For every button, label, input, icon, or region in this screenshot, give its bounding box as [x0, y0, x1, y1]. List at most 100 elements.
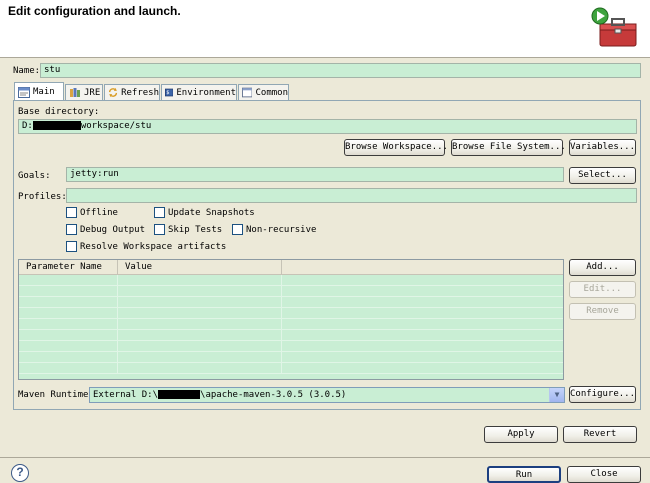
table-cell: [118, 297, 282, 307]
table-row[interactable]: [19, 352, 563, 363]
redacted-block: [32, 121, 81, 130]
toolbox-run-icon: [591, 7, 637, 47]
offline-label: Offline: [80, 207, 118, 218]
environment-icon: $: [165, 88, 174, 97]
run-button[interactable]: Run: [487, 466, 561, 483]
dialog-title: Edit configuration and launch.: [8, 4, 181, 18]
maven-runtime-select[interactable]: External D:\ \apache-maven-3.0.5 (3.0.5) …: [89, 387, 565, 403]
chevron-down-icon[interactable]: ▼: [549, 388, 564, 402]
table-cell: [118, 352, 282, 362]
table-cell: [19, 286, 118, 296]
parameter-table[interactable]: Parameter Name Value: [18, 259, 564, 380]
table-cell: [118, 330, 282, 340]
checkbox-box: [66, 241, 77, 252]
base-directory-label: Base directory:: [18, 107, 100, 117]
table-cell: [19, 308, 118, 318]
separator: [0, 457, 650, 458]
runtime-suffix: \apache-maven-3.0.5 (3.0.5): [200, 390, 347, 400]
checkbox-box: [66, 224, 77, 235]
tab-jre[interactable]: JRE: [65, 84, 103, 100]
offline-checkbox[interactable]: Offline: [66, 207, 118, 218]
tab-main[interactable]: Main: [14, 82, 64, 101]
update-snapshots-checkbox[interactable]: Update Snapshots: [154, 207, 255, 218]
base-directory-field[interactable]: D: workspace/stu: [18, 119, 637, 134]
svg-text:$: $: [166, 90, 169, 96]
debug-output-label: Debug Output: [80, 224, 146, 235]
table-cell: [118, 363, 282, 373]
revert-button[interactable]: Revert: [563, 426, 637, 443]
name-label: Name:: [13, 66, 41, 76]
skip-tests-label: Skip Tests: [168, 224, 223, 235]
close-button[interactable]: Close: [567, 466, 641, 483]
table-row[interactable]: [19, 308, 563, 319]
browse-workspace-button[interactable]: Browse Workspace...: [344, 139, 448, 156]
tab-refresh[interactable]: Refresh: [104, 84, 160, 100]
checkbox-box: [154, 207, 165, 218]
table-cell: [19, 363, 118, 373]
goals-field[interactable]: jetty:run: [66, 167, 564, 182]
tab-environment-label: Environment: [176, 87, 236, 98]
table-cell: [118, 308, 282, 318]
configure-button[interactable]: Configure...: [569, 386, 636, 403]
base-directory-prefix: D:: [22, 121, 33, 131]
column-header-value[interactable]: Value: [118, 260, 282, 274]
table-cell: [118, 341, 282, 351]
common-tab-icon: [242, 87, 253, 98]
remove-parameter-button[interactable]: Remove: [569, 303, 636, 320]
variables-button[interactable]: Variables...: [569, 139, 636, 156]
maven-runtime-label: Maven Runtime:: [18, 390, 94, 400]
checkbox-box: [232, 224, 243, 235]
runtime-prefix: External D:\: [93, 390, 159, 400]
table-row[interactable]: [19, 297, 563, 308]
resolve-workspace-checkbox[interactable]: Resolve Workspace artifacts: [66, 241, 226, 252]
name-field[interactable]: stu: [40, 63, 641, 78]
dialog-header: Edit configuration and launch.: [0, 0, 650, 58]
edit-parameter-button[interactable]: Edit...: [569, 281, 636, 298]
table-cell: [118, 275, 282, 285]
table-cell: [19, 330, 118, 340]
refresh-icon: [109, 87, 118, 98]
help-icon[interactable]: ?: [11, 464, 29, 482]
table-header: Parameter Name Value: [19, 260, 563, 275]
table-body: [19, 275, 563, 374]
table-row[interactable]: [19, 363, 563, 374]
checkbox-box: [66, 207, 77, 218]
table-row[interactable]: [19, 341, 563, 352]
apply-button[interactable]: Apply: [484, 426, 558, 443]
skip-tests-checkbox[interactable]: Skip Tests: [154, 224, 222, 235]
tab-common[interactable]: Common: [238, 84, 289, 100]
table-cell: [19, 352, 118, 362]
update-snapshots-label: Update Snapshots: [168, 207, 255, 218]
non-recursive-checkbox[interactable]: Non-recursive: [232, 224, 316, 235]
tab-main-label: Main: [33, 87, 55, 97]
select-goals-button[interactable]: Select...: [569, 167, 636, 184]
debug-output-checkbox[interactable]: Debug Output: [66, 224, 145, 235]
tab-common-label: Common: [255, 87, 288, 98]
tab-jre-label: JRE: [84, 87, 101, 98]
browse-file-system-button[interactable]: Browse File System...: [451, 139, 566, 156]
tab-refresh-label: Refresh: [121, 87, 159, 98]
add-parameter-button[interactable]: Add...: [569, 259, 636, 276]
redacted-block: [158, 390, 201, 399]
profiles-field[interactable]: [66, 188, 637, 203]
base-directory-suffix: workspace/stu: [80, 121, 152, 131]
main-tab-icon: [18, 86, 30, 98]
table-row[interactable]: [19, 330, 563, 341]
table-cell: [118, 286, 282, 296]
column-header-parameter-name[interactable]: Parameter Name: [19, 260, 118, 274]
resolve-workspace-label: Resolve Workspace artifacts: [80, 241, 227, 252]
table-cell: [118, 319, 282, 329]
table-cell: [19, 275, 118, 285]
table-row[interactable]: [19, 275, 563, 286]
checkbox-box: [154, 224, 165, 235]
library-icon: [70, 88, 80, 97]
goals-label: Goals:: [18, 171, 51, 181]
table-cell: [19, 341, 118, 351]
table-cell: [19, 297, 118, 307]
table-cell: [19, 319, 118, 329]
tab-environment[interactable]: $ Environment: [161, 84, 237, 100]
profiles-label: Profiles:: [18, 192, 67, 202]
table-row[interactable]: [19, 286, 563, 297]
table-row[interactable]: [19, 319, 563, 330]
non-recursive-label: Non-recursive: [246, 224, 317, 235]
